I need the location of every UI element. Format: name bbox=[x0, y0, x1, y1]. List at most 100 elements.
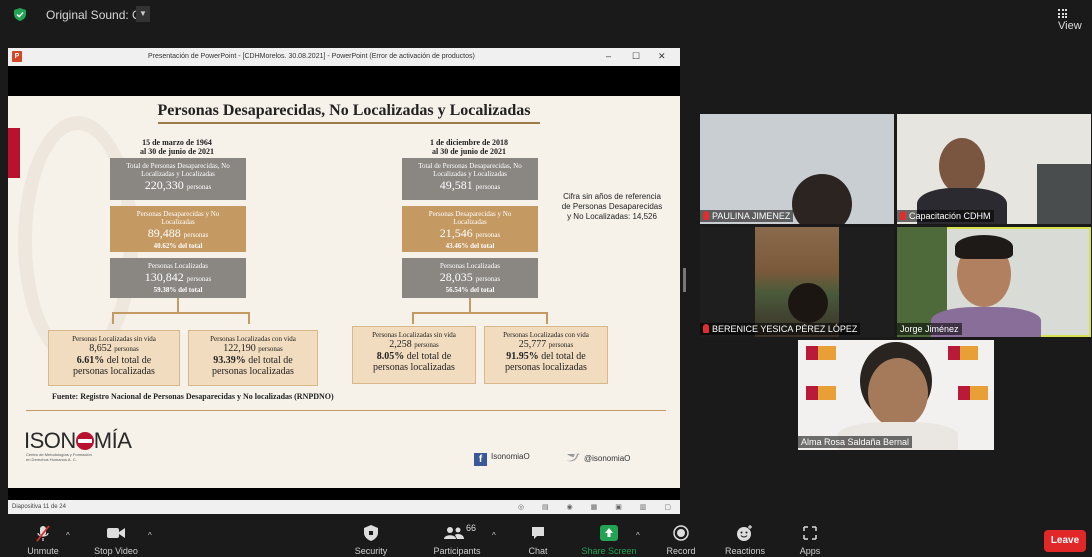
shield-icon bbox=[364, 525, 378, 541]
reactions-label: Reactions bbox=[724, 546, 766, 556]
facebook-icon: f bbox=[474, 453, 487, 466]
participant-face bbox=[868, 358, 928, 428]
right-loc-value: 28,035 personas bbox=[402, 270, 538, 286]
share-screen-button[interactable]: Share Screen bbox=[578, 517, 640, 557]
powerpoint-icon: P bbox=[12, 51, 22, 62]
shared-screen: P Presentación de PowerPoint - [CDHMorel… bbox=[8, 48, 680, 514]
grid-icon bbox=[1058, 9, 1067, 18]
share-screen-label: Share Screen bbox=[581, 546, 637, 556]
left-loc-value: 130,842 personas bbox=[110, 270, 246, 286]
right-convida-pct: 91.95% bbox=[506, 351, 539, 362]
chat-button[interactable]: Chat bbox=[516, 517, 560, 557]
left-connector-stem bbox=[177, 298, 179, 312]
participant-tile-jorge[interactable]: Jorge Jiménez bbox=[897, 227, 1091, 337]
microphone-muted-icon bbox=[900, 211, 906, 220]
record-icon bbox=[673, 525, 689, 541]
right-sinvida-unit: personas bbox=[414, 341, 439, 349]
right-loc-number: 28,035 bbox=[439, 270, 473, 284]
stop-video-button[interactable]: Stop Video bbox=[86, 517, 146, 557]
left-date-start: 15 de marzo de 1964 bbox=[142, 138, 212, 147]
footer-divider bbox=[26, 410, 666, 411]
right-convida-unit: personas bbox=[548, 341, 574, 349]
chat-label: Chat bbox=[528, 546, 548, 556]
left-date-end: al 30 de junio de 2021 bbox=[139, 147, 214, 156]
logo-text-left: ISON bbox=[24, 428, 76, 453]
participant-tile-capacitacion[interactable]: Capacitación CDHM bbox=[897, 114, 1091, 224]
security-label: Security bbox=[354, 546, 388, 556]
right-loc-box: Personas Localizadas 28,035 personas 56.… bbox=[402, 258, 538, 298]
left-convida-pct: 93.39% bbox=[213, 355, 246, 366]
left-sinvida-label: Personas Localizadas sin vida bbox=[72, 335, 156, 343]
maximize-icon[interactable]: ☐ bbox=[632, 51, 640, 62]
chevron-down-icon[interactable]: ▼ bbox=[136, 6, 150, 22]
left-loc-number: 130,842 bbox=[144, 270, 184, 284]
left-dnl-box: Personas Desaparecidas y No Localizadas … bbox=[110, 206, 246, 252]
chevron-up-icon[interactable]: ^ bbox=[148, 531, 152, 540]
apps-button[interactable]: Apps bbox=[790, 517, 830, 557]
right-sinvida-tail: personas localizadas bbox=[373, 362, 455, 373]
view-mode-icons[interactable]: ◎ ▤ ◉ ▦ ▣ ▥ ▢ bbox=[518, 503, 679, 511]
participant-name: Alma Rosa Saldaña Bernal bbox=[798, 436, 913, 448]
top-bar: Original Sound: Off ▼ View bbox=[0, 0, 1092, 32]
logo-subtitle: Centro de Metodologías y Formación en De… bbox=[26, 452, 92, 462]
cdhm-banner-logo bbox=[806, 346, 836, 360]
left-sinvida-pct: 6.61% bbox=[76, 355, 105, 366]
close-icon[interactable]: ✕ bbox=[658, 51, 666, 62]
right-date-start: 1 de diciembre de 2018 bbox=[429, 138, 509, 147]
left-convida-pct-line: 93.39% del total de bbox=[189, 355, 317, 366]
right-date-heading: 1 de diciembre de 2018 al 30 de junio de… bbox=[404, 138, 534, 156]
right-loc-pct: 56.54% del total bbox=[445, 286, 495, 294]
right-convida-value: 25,777 personas bbox=[485, 339, 607, 351]
leave-button[interactable]: Leave bbox=[1044, 530, 1086, 552]
right-sinvida-pct-suffix: del total de bbox=[406, 351, 452, 362]
chevron-up-icon[interactable]: ^ bbox=[492, 531, 496, 540]
right-connector-right bbox=[546, 312, 548, 324]
view-button[interactable]: View bbox=[1058, 8, 1092, 32]
left-dnl-label: Personas Desaparecidas y No Localizadas bbox=[136, 210, 220, 226]
right-total-unit: personas bbox=[475, 183, 501, 191]
participant-tile-paulina[interactable]: PAULINA JIMENEZ bbox=[700, 114, 894, 224]
reactions-button[interactable]: Reactions bbox=[718, 517, 772, 557]
chevron-up-icon[interactable]: ^ bbox=[636, 531, 640, 540]
participants-button[interactable]: 66 Participants bbox=[424, 517, 490, 557]
cdhm-banner-logo bbox=[806, 386, 836, 400]
participant-tile-berenice[interactable]: BERENICE YESICA PÉREZ LÓPEZ bbox=[700, 227, 894, 337]
left-sinvida-unit: personas bbox=[114, 345, 139, 353]
left-loc-box: Personas Localizadas 130,842 personas 59… bbox=[110, 258, 246, 298]
shield-check-icon[interactable] bbox=[14, 8, 26, 21]
left-sinvida-pct-suffix: del total de bbox=[106, 355, 152, 366]
right-connector-bar bbox=[412, 312, 548, 314]
ppt-statusbar: Diapositiva 11 de 24 ◎ ▤ ◉ ▦ ▣ ▥ ▢ bbox=[8, 500, 680, 514]
right-dnl-label: Personas Desaparecidas y No Localizadas bbox=[428, 210, 512, 226]
right-dnl-unit: personas bbox=[475, 231, 501, 239]
split-resize-handle[interactable] bbox=[683, 268, 686, 292]
record-button[interactable]: Record bbox=[660, 517, 702, 557]
left-convida-unit: personas bbox=[258, 345, 283, 353]
right-convida-pct-suffix: del total de bbox=[541, 351, 586, 362]
left-total-label: Total de Personas Desaparecidas, No Loca… bbox=[126, 162, 230, 178]
right-total-box: Total de Personas Desaparecidas, No Loca… bbox=[402, 158, 538, 200]
participants-count: 66 bbox=[466, 523, 477, 533]
participant-name-text: BERENICE YESICA PÉREZ LÓPEZ bbox=[712, 324, 858, 334]
original-sound-label[interactable]: Original Sound: Off bbox=[46, 8, 148, 22]
participants-icon bbox=[444, 527, 464, 539]
logo-o-mark bbox=[75, 432, 94, 450]
right-dnl-pct: 43.46% del total bbox=[445, 242, 495, 250]
right-total-number: 49,581 bbox=[439, 178, 473, 192]
chevron-up-icon[interactable]: ^ bbox=[66, 531, 70, 540]
right-convida-pct-line: 91.95% del total de bbox=[485, 351, 607, 362]
left-loc-pct: 59.38% del total bbox=[153, 286, 203, 294]
left-connector-right bbox=[248, 312, 250, 324]
left-total-box: Total de Personas Desaparecidas, No Loca… bbox=[110, 158, 246, 200]
left-convida-pct-suffix: del total de bbox=[248, 355, 293, 366]
background-furniture bbox=[1037, 164, 1091, 224]
left-convida-value: 122,190 personas bbox=[189, 343, 317, 355]
participant-name: Jorge Jiménez bbox=[897, 323, 962, 335]
right-convida-tail: personas localizadas bbox=[505, 362, 587, 373]
security-button[interactable]: Security bbox=[346, 517, 396, 557]
participant-tile-alma[interactable]: Alma Rosa Saldaña Bernal bbox=[798, 340, 994, 450]
minimize-icon[interactable]: – bbox=[606, 51, 611, 61]
unmute-button[interactable]: Unmute bbox=[18, 517, 68, 557]
unmute-label: Unmute bbox=[27, 546, 59, 556]
cdhm-banner-logo bbox=[958, 386, 988, 400]
